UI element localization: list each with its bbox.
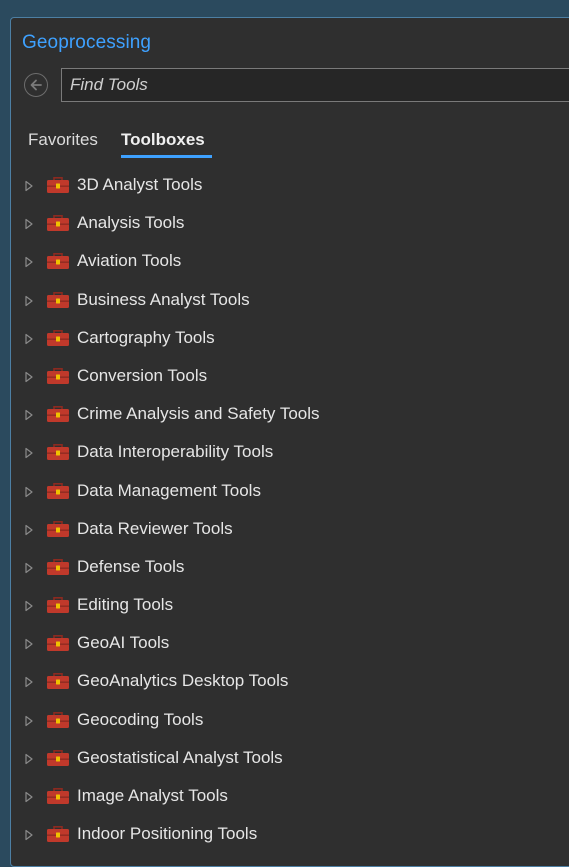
expand-triangle-icon[interactable] (24, 409, 34, 421)
toolbox-icon (47, 215, 69, 232)
find-tools-input[interactable] (62, 69, 569, 101)
expand-triangle-icon[interactable] (24, 371, 34, 383)
toolbox-label: Data Reviewer Tools (77, 518, 233, 538)
toolbox-row-3[interactable]: Business Analyst Tools (11, 283, 569, 321)
toolbox-row-14[interactable]: Geocoding Tools (11, 703, 569, 741)
expand-triangle-icon[interactable] (24, 180, 34, 192)
back-arrow-icon (30, 79, 42, 91)
toolbox-label: Indoor Positioning Tools (77, 824, 258, 844)
toolbox-icon (47, 444, 69, 461)
expand-triangle-icon[interactable] (24, 600, 34, 612)
toolbox-row-11[interactable]: Editing Tools (11, 588, 569, 626)
pane-title: Geoprocessing (22, 32, 152, 53)
toolbox-label: Analysis Tools (77, 213, 185, 233)
toolbox-label: Aviation Tools (77, 251, 182, 271)
expand-triangle-icon[interactable] (24, 295, 34, 307)
toolbox-icon (47, 253, 69, 270)
toolbox-label: Geostatistical Analyst Tools (77, 747, 283, 767)
toolbox-row-7[interactable]: Data Interoperability Tools (11, 435, 569, 473)
toolbox-label: Editing Tools (77, 595, 174, 615)
expand-triangle-icon[interactable] (24, 676, 34, 688)
active-tab-indicator (121, 155, 212, 158)
expand-triangle-icon[interactable] (24, 218, 34, 230)
toolbox-row-9[interactable]: Data Reviewer Tools (11, 512, 569, 550)
toolbox-row-1[interactable]: Analysis Tools (11, 206, 569, 244)
toolbox-icon (47, 482, 69, 499)
toolbox-icon (47, 291, 69, 308)
toolbox-row-13[interactable]: GeoAnalytics Desktop Tools (11, 664, 569, 702)
toolbox-icon (47, 597, 69, 614)
expand-triangle-icon[interactable] (24, 638, 34, 650)
toolbox-list: 3D Analyst Tools Analysis Tools Aviation… (11, 168, 569, 855)
expand-triangle-icon[interactable] (24, 829, 34, 841)
toolbox-icon (47, 558, 69, 575)
toolbox-label: Cartography Tools (77, 327, 215, 347)
toolbox-label: Business Analyst Tools (77, 289, 250, 309)
toolbox-row-16[interactable]: Image Analyst Tools (11, 779, 569, 817)
expand-triangle-icon[interactable] (24, 562, 34, 574)
expand-triangle-icon[interactable] (24, 524, 34, 536)
toolbox-label: Conversion Tools (77, 365, 208, 385)
toolbox-icon (47, 520, 69, 537)
toolbox-label: Data Management Tools (77, 480, 261, 500)
toolbox-icon (47, 635, 69, 652)
toolbox-icon (47, 749, 69, 766)
toolbox-row-17[interactable]: Indoor Positioning Tools (11, 817, 569, 855)
toolbox-label: GeoAI Tools (77, 633, 170, 653)
expand-triangle-icon[interactable] (24, 486, 34, 498)
toolbox-icon (47, 788, 69, 804)
expand-triangle-icon[interactable] (24, 791, 34, 803)
toolbox-label: GeoAnalytics Desktop Tools (77, 671, 289, 691)
toolbox-row-10[interactable]: Defense Tools (11, 550, 569, 588)
find-tools-search[interactable] (61, 68, 569, 102)
toolbox-row-4[interactable]: Cartography Tools (11, 321, 569, 359)
toolbox-label: 3D Analyst Tools (77, 175, 203, 194)
expand-triangle-icon[interactable] (24, 753, 34, 765)
expand-triangle-icon[interactable] (24, 447, 34, 459)
expand-triangle-icon[interactable] (24, 333, 34, 345)
toolbox-icon (47, 367, 69, 384)
toolbox-row-0[interactable]: 3D Analyst Tools (11, 168, 569, 206)
toolbox-row-2[interactable]: Aviation Tools (11, 244, 569, 282)
toolbox-row-12[interactable]: GeoAI Tools (11, 626, 569, 664)
tab-favorites[interactable]: Favorites (28, 130, 98, 150)
app-background: Geoprocessing Favorites Toolboxes 3D Ana… (0, 0, 569, 867)
toolbox-icon (47, 177, 69, 193)
toolbox-label: Crime Analysis and Safety Tools (77, 404, 320, 424)
toolbox-icon (47, 406, 69, 423)
toolbox-row-5[interactable]: Conversion Tools (11, 359, 569, 397)
toolbox-label: Data Interoperability Tools (77, 442, 274, 462)
toolbox-row-15[interactable]: Geostatistical Analyst Tools (11, 741, 569, 779)
toolbox-label: Geocoding Tools (77, 709, 204, 729)
toolbox-row-8[interactable]: Data Management Tools (11, 474, 569, 512)
toolbox-icon (47, 711, 69, 728)
toolbox-icon (47, 826, 69, 843)
toolbox-row-6[interactable]: Crime Analysis and Safety Tools (11, 397, 569, 435)
toolbox-icon (47, 673, 69, 690)
tab-toolboxes[interactable]: Toolboxes (121, 130, 205, 150)
geoprocessing-pane: Geoprocessing Favorites Toolboxes 3D Ana… (10, 17, 569, 867)
toolbox-label: Defense Tools (77, 556, 185, 576)
toolbox-label: Image Analyst Tools (77, 786, 228, 805)
expand-triangle-icon[interactable] (24, 715, 34, 727)
toolbox-icon (47, 329, 69, 346)
expand-triangle-icon[interactable] (24, 256, 34, 268)
back-button[interactable] (24, 73, 48, 97)
